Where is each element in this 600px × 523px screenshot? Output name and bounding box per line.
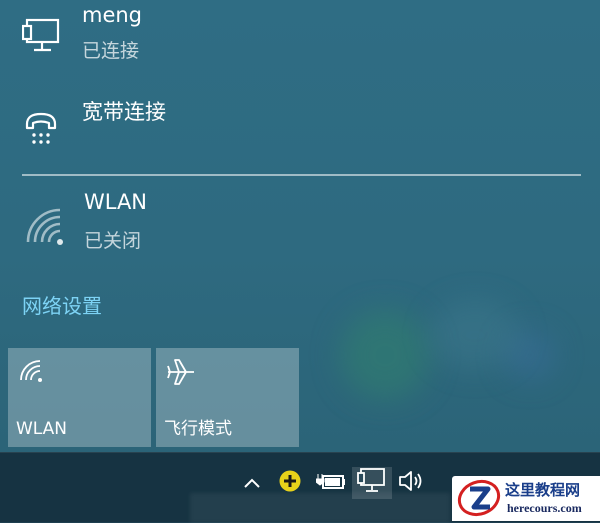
network-item-broadband[interactable]: 宽带连接	[0, 84, 600, 164]
quick-action-wlan[interactable]: WLAN	[8, 348, 151, 447]
site-watermark: 这里教程网 herecours.com	[452, 476, 600, 521]
watermark-url: herecours.com	[507, 501, 582, 515]
network-name: WLAN	[84, 190, 148, 214]
speaker-icon	[398, 469, 426, 497]
chevron-up-icon	[243, 474, 261, 493]
wifi-icon	[18, 358, 44, 388]
network-status: 已关闭	[84, 230, 142, 252]
watermark-title: 这里教程网	[505, 481, 581, 499]
network-tray-button[interactable]	[352, 467, 392, 499]
volume-tray-button[interactable]	[395, 467, 429, 499]
network-settings-link[interactable]: 网络设置	[22, 290, 102, 319]
tile-label: 飞行模式	[164, 419, 232, 439]
network-name: meng	[82, 3, 143, 27]
network-item-wlan[interactable]: WLAN 已关闭	[0, 180, 600, 270]
dialup-phone-icon	[24, 110, 58, 150]
tray-app-button[interactable]	[274, 467, 306, 499]
power-plug-icon	[315, 470, 346, 496]
network-monitor-icon	[357, 467, 387, 499]
network-flyout: meng 已连接 宽带连接 WLAN 已关闭 网络设置 WLAN 飞行模式	[0, 0, 600, 452]
show-hidden-icons-button[interactable]	[238, 467, 266, 499]
airplane-icon	[166, 358, 196, 390]
divider	[22, 174, 581, 176]
background-blur	[430, 300, 520, 370]
background-blur	[340, 310, 430, 400]
network-status: 已连接	[82, 40, 140, 62]
site-logo-icon	[456, 478, 502, 522]
wifi-icon	[24, 206, 66, 252]
quick-action-airplane-mode[interactable]: 飞行模式	[156, 348, 299, 447]
network-name: 宽带连接	[82, 100, 166, 124]
plus-badge-icon	[278, 469, 302, 497]
tile-label: WLAN	[16, 419, 68, 439]
network-item-meng[interactable]: meng 已连接	[0, 0, 600, 80]
ethernet-monitor-icon	[21, 18, 62, 60]
power-tray-button[interactable]	[313, 467, 349, 499]
